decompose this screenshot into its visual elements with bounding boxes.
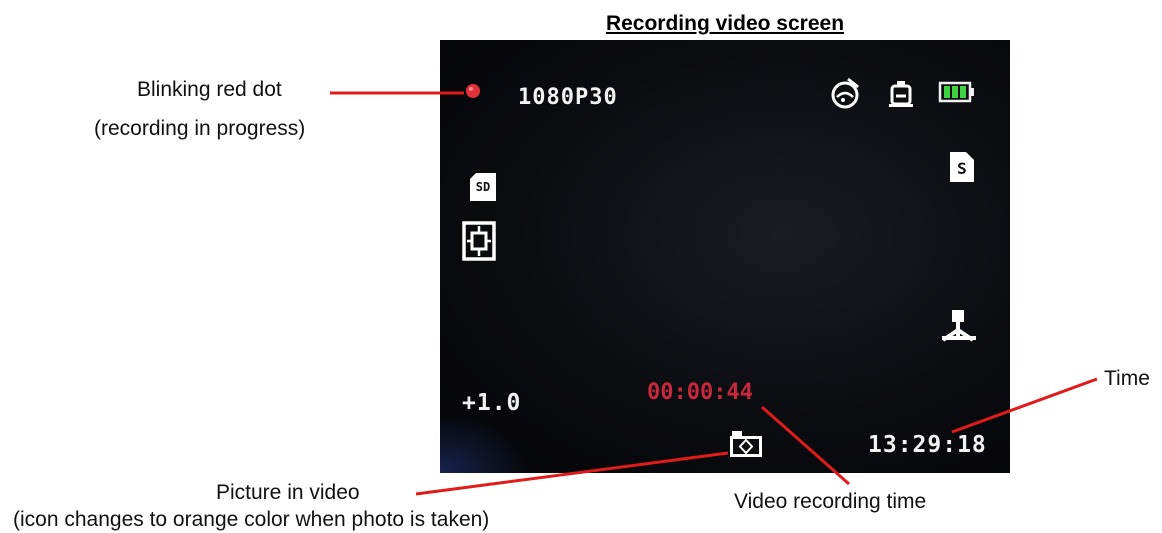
picture-in-video-callout-label: Picture in video xyxy=(216,481,360,504)
rec-dot-callout-sublabel: (recording in progress) xyxy=(94,117,306,140)
video-time-callout-line xyxy=(761,405,850,486)
rec-dot-callout-label: Blinking red dot xyxy=(137,78,282,101)
time-callout-label: Time xyxy=(1104,367,1150,390)
video-time-callout-label: Video recording time xyxy=(734,490,927,513)
picture-in-video-callout-line xyxy=(415,451,729,496)
time-callout-line xyxy=(951,377,1098,434)
picture-in-video-callout-sublabel: (icon changes to orange color when photo… xyxy=(13,508,490,531)
